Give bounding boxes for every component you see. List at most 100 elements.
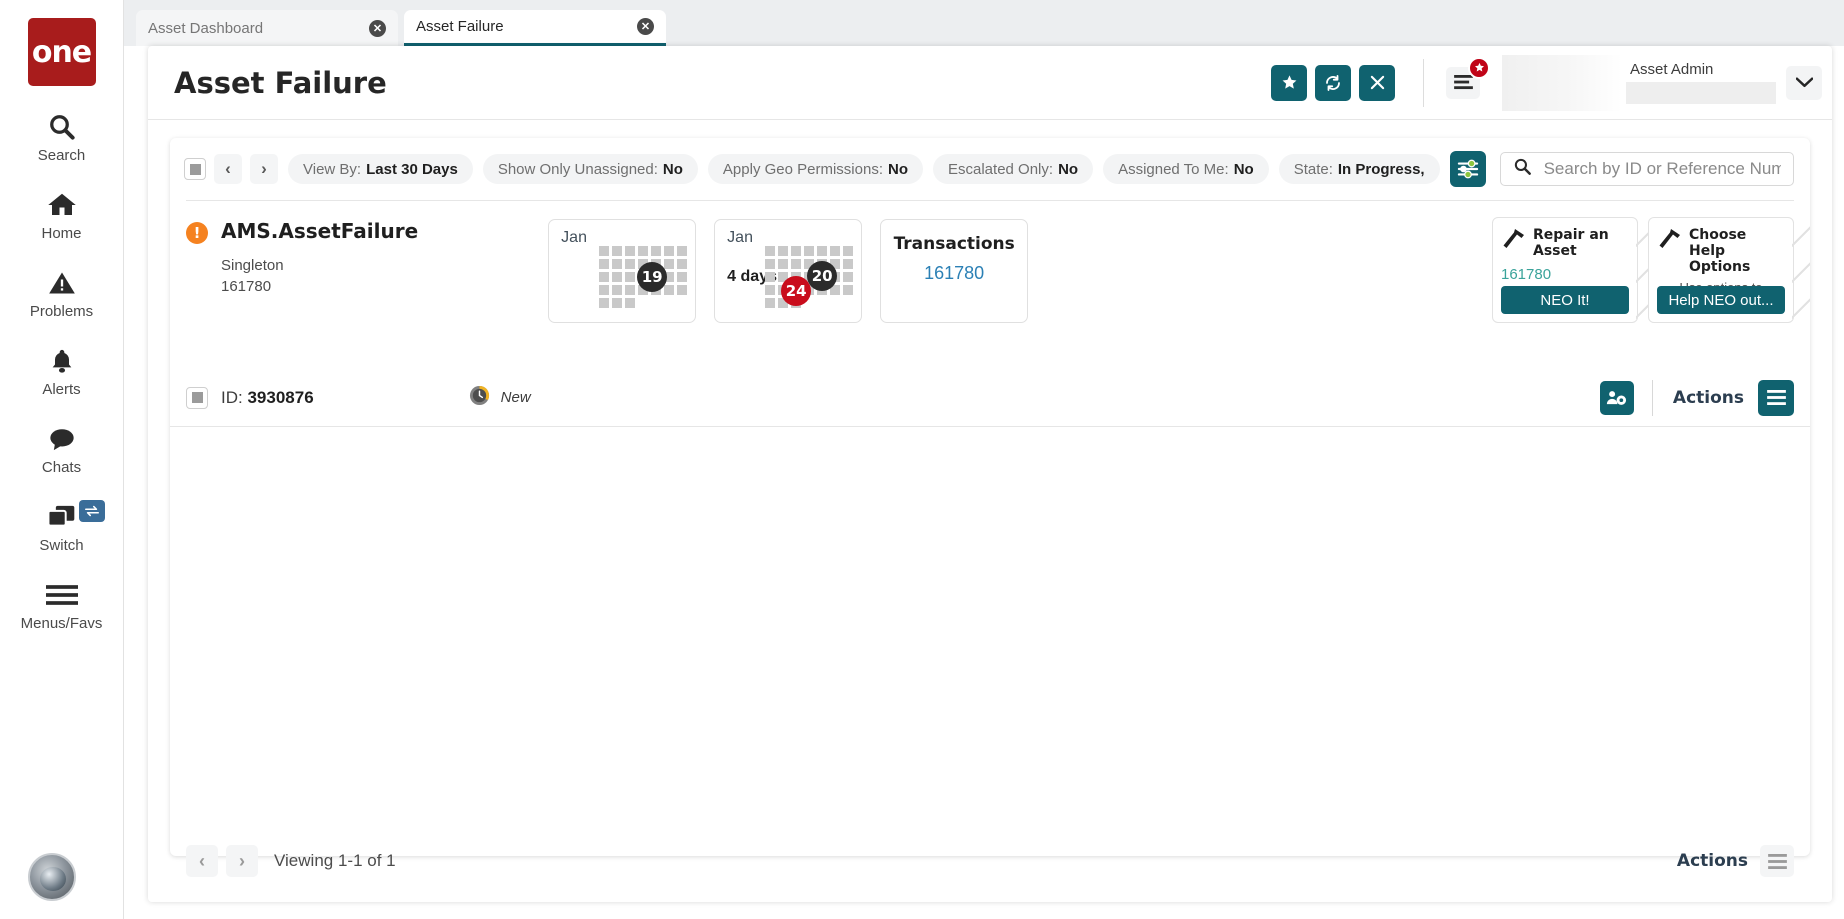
sidebar-item-menus-favs[interactable]: Menus/Favs <box>0 578 123 632</box>
home-icon <box>46 188 78 222</box>
chip-value: No <box>1058 160 1079 178</box>
tab-label: Asset Dashboard <box>148 19 264 37</box>
filter-chip-apply-geo-permissions[interactable]: Apply Geo Permissions: No <box>707 154 923 184</box>
next-page-button[interactable]: › <box>250 154 278 184</box>
sidebar-item-label: Chats <box>41 459 82 476</box>
viewing-text: Viewing 1-1 of 1 <box>274 851 396 870</box>
sidebar-item-label: Switch <box>39 537 84 554</box>
footer-next-button[interactable]: › <box>226 845 258 877</box>
star-icon <box>1468 56 1490 79</box>
row-checkbox[interactable] <box>186 386 208 409</box>
filter-bar: ‹ › View By: Last 30 Days Show Only Unas… <box>170 138 1810 200</box>
calendar-month: Jan <box>561 229 587 246</box>
id-label: ID: <box>221 387 243 407</box>
user-name: Asset Admin <box>1630 61 1714 78</box>
calendar-badge-day: 19 <box>637 262 668 292</box>
transactions-title: Transactions <box>893 234 1015 254</box>
chat-bubble-icon <box>47 422 77 456</box>
select-all-checkbox[interactable] <box>184 158 206 180</box>
footer-actions-label: Actions <box>1676 851 1748 871</box>
tab-asset-failure[interactable]: Asset Failure ✕ <box>404 10 666 46</box>
footer-actions-menu-button[interactable] <box>1760 845 1794 877</box>
avatar[interactable] <box>28 853 76 901</box>
chip-label: Assigned To Me: <box>1118 160 1229 178</box>
swap-arrows-icon[interactable] <box>79 500 105 522</box>
chip-value: Last 30 Days <box>366 160 458 178</box>
transactions-card[interactable]: Transactions 161780 <box>880 219 1029 323</box>
calendar-month: Jan <box>727 229 753 246</box>
sidebar-item-home[interactable]: Home <box>0 188 123 242</box>
calendar-card-due[interactable]: Jan 4 days 24 20 <box>714 219 863 323</box>
chevron-down-icon[interactable] <box>1786 65 1822 100</box>
user-info[interactable]: Asset Admin <box>1626 61 1776 104</box>
tab-asset-dashboard[interactable]: Asset Dashboard ✕ <box>136 10 398 46</box>
calendar-card-start[interactable]: Jan 19 <box>548 219 697 323</box>
filter-chip-escalated-only[interactable]: Escalated Only: No <box>933 154 1094 184</box>
result-title[interactable]: AMS.AssetFailure <box>221 219 418 243</box>
search-icon <box>1513 157 1532 181</box>
sidebar-item-chats[interactable]: Chats <box>0 422 123 476</box>
action-card-choose-help-options[interactable]: Choose Help Options Use options to resol… <box>1648 217 1810 324</box>
content-card: ‹ › View By: Last 30 Days Show Only Unas… <box>170 138 1810 856</box>
filter-chip-assigned-to-me[interactable]: Assigned To Me: No <box>1103 154 1269 184</box>
filter-chip-show-only-unassigned[interactable]: Show Only Unassigned: No <box>482 154 698 184</box>
bell-icon <box>48 344 76 378</box>
people-gear-icon[interactable] <box>1599 380 1634 415</box>
header-gradient <box>1502 54 1622 111</box>
filter-chip-view-by[interactable]: View By: Last 30 Days <box>288 154 473 184</box>
row-actions-menu-button[interactable] <box>1758 379 1794 416</box>
search-input[interactable] <box>1543 159 1781 179</box>
transactions-value[interactable]: 161780 <box>881 263 1027 284</box>
close-circle-icon[interactable]: ✕ <box>369 19 386 37</box>
sidebar-item-label: Alerts <box>42 381 81 398</box>
action-card-repair-asset[interactable]: Repair an Asset 161780 NEO It! <box>1492 217 1654 324</box>
hammer-icon <box>1501 227 1527 256</box>
sidebar-item-label: Problems <box>29 303 94 320</box>
chip-label: Show Only Unassigned: <box>497 160 658 178</box>
action-card-title: Repair an Asset <box>1533 227 1609 259</box>
action-card-title: Choose Help Options <box>1689 227 1751 275</box>
sliders-icon[interactable] <box>1449 151 1486 187</box>
hammer-icon <box>1657 227 1683 256</box>
chip-value: In Progress, <box>1337 160 1425 178</box>
neo-it-button[interactable]: NEO It! <box>1501 286 1629 314</box>
help-neo-out-button[interactable]: Help NEO out... <box>1657 286 1785 314</box>
header-actions: Asset Admin <box>1263 54 1822 111</box>
user-subfield <box>1626 82 1776 104</box>
exclamation-circle-icon: ! <box>186 222 208 244</box>
clock-icon <box>469 385 490 411</box>
tab-label: Asset Failure <box>416 18 504 35</box>
summary-cards: Jan 19 Jan 4 days 24 20 Transactions 161… <box>548 219 1046 323</box>
chip-label: State: <box>1293 160 1333 178</box>
action-card-link[interactable]: 161780 <box>1501 266 1629 283</box>
refresh-button[interactable] <box>1315 64 1351 101</box>
action-card-header: Repair an Asset <box>1501 227 1629 259</box>
favorite-button[interactable] <box>1271 64 1307 101</box>
page-container: Asset Failure Asset Admin ‹ › View By: L… <box>148 46 1832 902</box>
footer-prev-button[interactable]: ‹ <box>186 845 218 877</box>
search-icon <box>47 110 77 144</box>
sidebar-item-problems[interactable]: Problems <box>0 266 123 320</box>
divider <box>1651 379 1653 416</box>
close-button[interactable] <box>1359 64 1395 101</box>
footer-actions: Actions <box>1677 845 1794 877</box>
chip-label: View By: <box>303 160 362 178</box>
search-box[interactable] <box>1499 152 1794 186</box>
app-logo[interactable]: one <box>27 18 96 86</box>
close-circle-icon[interactable]: ✕ <box>637 18 654 35</box>
chip-value: No <box>1233 160 1254 178</box>
prev-page-button[interactable]: ‹ <box>214 154 242 184</box>
actions-label: Actions <box>1672 387 1744 408</box>
hamburger-icon <box>45 578 78 612</box>
result-subtitle-line2: 161780 <box>221 278 272 295</box>
state-text: New <box>500 389 531 406</box>
sidebar-item-switch[interactable]: Switch <box>0 500 123 554</box>
id-value: 3930876 <box>247 387 314 407</box>
header-menu-button[interactable] <box>1446 56 1490 99</box>
filter-chip-state[interactable]: State: In Progress, <box>1278 154 1440 184</box>
chip-value: No <box>888 160 908 178</box>
action-cards: Repair an Asset 161780 NEO It! Choose He… <box>1482 217 1810 324</box>
sidebar-item-alerts[interactable]: Alerts <box>0 344 123 398</box>
result-row: ! AMS.AssetFailure Singleton 161780 Jan <box>170 201 1810 369</box>
sidebar-item-search[interactable]: Search <box>0 110 123 164</box>
